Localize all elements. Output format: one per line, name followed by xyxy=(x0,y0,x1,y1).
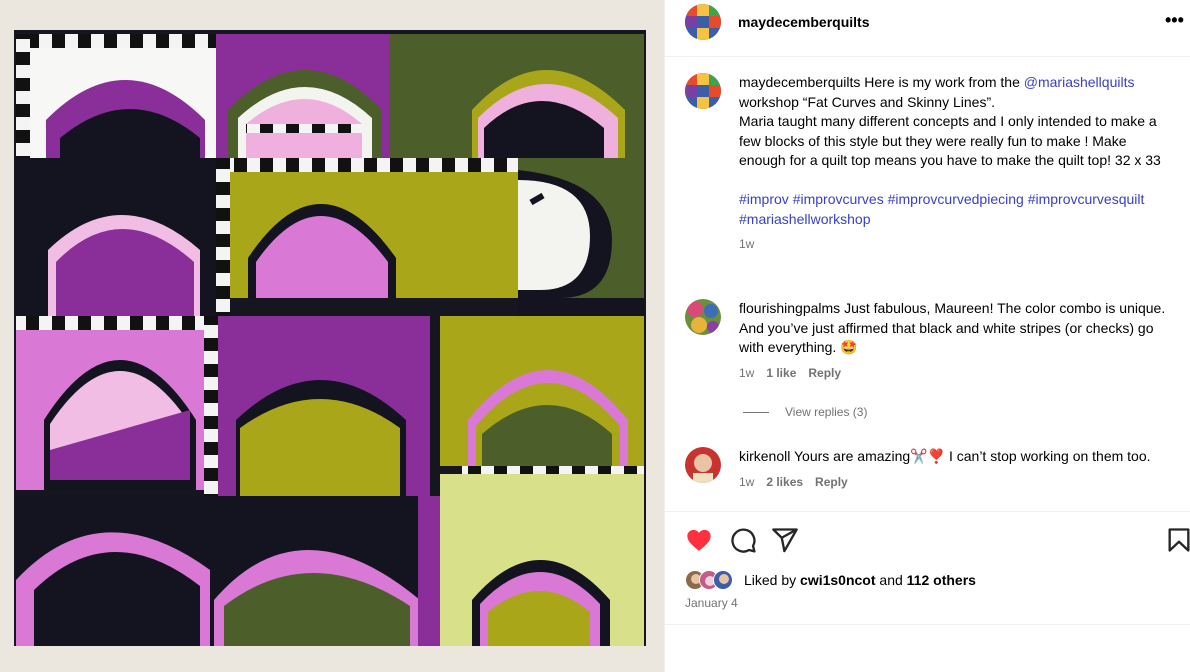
liked-by-and: and xyxy=(875,572,907,588)
hashtag[interactable]: #improvcurvedpiecing xyxy=(888,191,1024,207)
comment-meta: 1w 1 like Reply xyxy=(739,364,1169,384)
post-actions: Liked by cwi1s0ncot and 112 others Janua… xyxy=(665,511,1190,672)
comment-body: kirkenoll Yours are amazing✂️❣️ I can’t … xyxy=(739,447,1169,492)
comments-list: maydecemberquilts Here is my work from t… xyxy=(665,57,1190,511)
hashtag[interactable]: #improv xyxy=(739,191,789,207)
post-date[interactable]: January 4 xyxy=(685,596,738,610)
caption-avatar[interactable] xyxy=(685,73,721,109)
hashtag[interactable]: #improvcurvesquilt xyxy=(1028,191,1145,207)
commenter-avatar[interactable] xyxy=(685,299,721,335)
caption-mention[interactable]: @mariashellquilts xyxy=(1024,74,1135,90)
caption-text-2: workshop “Fat Curves and Skinny Lines”. xyxy=(739,93,995,110)
comment-time[interactable]: 1w xyxy=(739,364,754,384)
share-icon[interactable] xyxy=(771,526,799,554)
likes-summary[interactable]: Liked by cwi1s0ncot and 112 others xyxy=(685,570,976,590)
divider xyxy=(665,624,1190,625)
caption-text-1: Here is my work from the xyxy=(864,74,1024,90)
replies-line xyxy=(743,411,769,413)
reply-button[interactable]: Reply xyxy=(815,473,848,493)
liked-by-prefix: Liked by xyxy=(744,572,801,588)
caption-time[interactable]: 1w xyxy=(739,235,754,255)
hashtag[interactable]: #improvcurves xyxy=(793,191,884,207)
author-avatar[interactable] xyxy=(685,4,721,40)
view-replies-label: View replies (3) xyxy=(785,405,868,419)
bookmark-icon[interactable] xyxy=(1165,526,1190,554)
liked-by-user[interactable]: cwi1s0ncot xyxy=(800,572,875,588)
caption-body: maydecemberquilts Here is my work from t… xyxy=(739,73,1169,255)
post-image[interactable] xyxy=(0,0,664,672)
comment-text: Yours are amazing✂️❣️ I can’t stop worki… xyxy=(794,448,1151,464)
caption-meta: 1w xyxy=(739,235,1169,255)
view-replies-button[interactable]: View replies (3) xyxy=(743,405,867,419)
avatar-image xyxy=(685,73,721,109)
comment-likes[interactable]: 1 like xyxy=(766,364,796,384)
author-username[interactable]: maydecemberquilts xyxy=(738,14,870,30)
heart-filled-icon[interactable] xyxy=(685,526,713,554)
avatar-image xyxy=(685,4,721,40)
caption-text-3: Maria taught many different concepts and… xyxy=(739,113,1161,168)
liker-avatar xyxy=(713,570,733,590)
comment-meta: 1w 2 likes Reply xyxy=(739,473,1169,493)
more-horizontal-icon[interactable]: ••• xyxy=(1165,10,1184,31)
reply-button[interactable]: Reply xyxy=(808,364,841,384)
likes-text: Liked by cwi1s0ncot and 112 others xyxy=(744,572,976,588)
commenter-avatar[interactable] xyxy=(685,447,721,483)
post-header: maydecemberquilts ••• xyxy=(665,0,1190,57)
avatar-image xyxy=(685,447,721,483)
avatar-image xyxy=(685,299,721,335)
comment-icon[interactable] xyxy=(729,526,757,554)
comment-likes[interactable]: 2 likes xyxy=(766,473,803,493)
caption-username[interactable]: maydecemberquilts xyxy=(739,74,860,90)
hashtag[interactable]: #mariashellworkshop xyxy=(739,211,871,227)
quilt-photo xyxy=(0,0,664,672)
liked-by-others[interactable]: 112 others xyxy=(907,572,976,588)
comment-time[interactable]: 1w xyxy=(739,473,754,493)
post-sidebar: maydecemberquilts ••• maydecemberquilts xyxy=(664,0,1190,672)
liker-avatars xyxy=(685,570,741,590)
hashtag-list: #improv #improvcurves #improvcurvedpieci… xyxy=(739,190,1169,229)
comment-username[interactable]: flourishingpalms xyxy=(739,300,840,316)
comment-username[interactable]: kirkenoll xyxy=(739,448,790,464)
comment-body: flourishingpalms Just fabulous, Maureen!… xyxy=(739,299,1169,383)
